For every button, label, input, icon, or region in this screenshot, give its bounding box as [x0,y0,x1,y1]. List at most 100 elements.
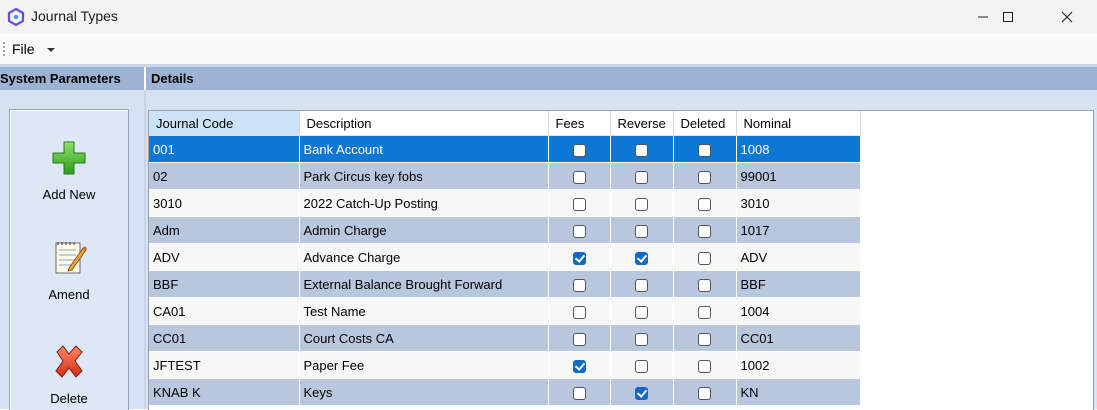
nominal-cell[interactable]: CC01 [736,324,861,352]
journal-code-cell[interactable]: 3010 [149,189,300,217]
nominal-cell[interactable]: ADV [736,243,861,271]
deleted-cell [673,378,737,406]
nominal-cell[interactable]: 1004 [736,297,861,325]
nominal-cell[interactable]: 3010 [736,189,861,217]
reverse-checkbox[interactable] [635,332,648,346]
deleted-checkbox[interactable] [698,170,711,184]
deleted-checkbox[interactable] [698,278,711,292]
nominal-cell[interactable]: KN [736,378,861,406]
section-header-details: Details [146,67,1097,90]
amend-button[interactable]: Amend [10,238,128,302]
deleted-checkbox[interactable] [698,224,711,238]
nominal-cell[interactable]: 1008 [736,135,861,163]
reverse-checkbox[interactable] [635,278,648,292]
fees-checkbox[interactable] [572,143,586,157]
description-cell[interactable]: Park Circus key fobs [299,162,549,190]
column-header-deleted[interactable]: Deleted [673,111,737,136]
journal-code-cell[interactable]: CA01 [149,297,300,325]
fees-cell [548,324,611,352]
reverse-checkbox[interactable] [635,143,648,157]
journal-code-cell[interactable]: ADV [149,243,300,271]
add-new-button[interactable]: Add New [10,138,128,202]
fees-checkbox[interactable] [572,170,586,184]
journal-types-table: Journal Code Description Fees Reverse De… [149,111,861,406]
table-row[interactable]: CC01 Court Costs CA CC01 [149,324,861,352]
maximize-button[interactable] [985,0,1031,34]
red-x-icon [55,345,83,378]
journal-code-cell[interactable]: BBF [149,270,300,298]
table-row[interactable]: 001 Bank Account 1008 [149,135,861,163]
fees-cell [548,162,611,190]
journal-code-cell[interactable]: CC01 [149,324,300,352]
deleted-checkbox[interactable] [698,359,711,373]
fees-checkbox[interactable] [572,251,586,265]
nominal-cell[interactable]: BBF [736,270,861,298]
description-cell[interactable]: Keys [299,378,549,406]
fees-cell [548,216,611,244]
fees-checkbox[interactable] [572,305,586,319]
description-cell[interactable]: Test Name [299,297,549,325]
nominal-cell[interactable]: 1017 [736,216,861,244]
reverse-checkbox[interactable] [635,224,648,238]
deleted-checkbox[interactable] [698,332,711,346]
reverse-checkbox[interactable] [635,359,648,373]
close-button[interactable] [1044,0,1090,34]
deleted-checkbox[interactable] [698,386,711,400]
description-cell[interactable]: Paper Fee [299,351,549,379]
deleted-checkbox[interactable] [698,251,711,265]
reverse-checkbox[interactable] [635,386,648,400]
table-row[interactable]: KNAB K Keys KN [149,378,861,406]
table-header-row: Journal Code Description Fees Reverse De… [149,111,861,136]
deleted-checkbox[interactable] [698,305,711,319]
reverse-cell [610,324,674,352]
chevron-down-icon[interactable] [47,48,55,52]
plus-icon [52,141,86,175]
column-header-nominal[interactable]: Nominal [736,111,861,136]
column-header-journal-code[interactable]: Journal Code [149,111,300,136]
fees-checkbox[interactable] [572,224,586,238]
description-cell[interactable]: 2022 Catch-Up Posting [299,189,549,217]
deleted-checkbox[interactable] [698,197,711,211]
description-cell[interactable]: Admin Charge [299,216,549,244]
reverse-checkbox[interactable] [635,251,648,265]
journal-code-cell[interactable]: Adm [149,216,300,244]
delete-button[interactable]: Delete [10,342,128,406]
table-row[interactable]: 3010 2022 Catch-Up Posting 3010 [149,189,861,217]
reverse-checkbox[interactable] [635,305,648,319]
table-row[interactable]: JFTEST Paper Fee 1002 [149,351,861,379]
journal-types-grid[interactable]: Journal Code Description Fees Reverse De… [148,110,1094,410]
deleted-checkbox[interactable] [698,143,711,157]
deleted-cell [673,324,737,352]
journal-code-cell[interactable]: JFTEST [149,351,300,379]
table-row[interactable]: 02 Park Circus key fobs 99001 [149,162,861,190]
journal-code-cell[interactable]: 001 [149,135,300,163]
table-row[interactable]: ADV Advance Charge ADV [149,243,861,271]
reverse-checkbox[interactable] [635,170,648,184]
column-header-reverse[interactable]: Reverse [610,111,674,136]
description-cell[interactable]: Advance Charge [299,243,549,271]
nominal-cell[interactable]: 1002 [736,351,861,379]
description-cell[interactable]: Bank Account [299,135,549,163]
title-bar: Journal Types [0,0,1097,34]
fees-checkbox[interactable] [572,359,586,373]
table-row[interactable]: CA01 Test Name 1004 [149,297,861,325]
journal-code-cell[interactable]: KNAB K [149,378,300,406]
fees-checkbox[interactable] [572,386,586,400]
menu-file[interactable]: File [12,41,35,57]
fees-checkbox[interactable] [572,197,586,211]
description-cell[interactable]: Court Costs CA [299,324,549,352]
table-row[interactable]: BBF External Balance Brought Forward BBF [149,270,861,298]
description-cell[interactable]: External Balance Brought Forward [299,270,549,298]
reverse-cell [610,162,674,190]
journal-code-cell[interactable]: 02 [149,162,300,190]
table-row[interactable]: Adm Admin Charge 1017 [149,216,861,244]
column-header-fees[interactable]: Fees [548,111,611,136]
fees-checkbox[interactable] [572,332,586,346]
menu-grip[interactable] [3,42,7,56]
nominal-cell[interactable]: 99001 [736,162,861,190]
column-header-description[interactable]: Description [299,111,549,136]
fees-cell [548,378,611,406]
reverse-checkbox[interactable] [635,197,648,211]
deleted-cell [673,162,737,190]
fees-checkbox[interactable] [572,278,586,292]
